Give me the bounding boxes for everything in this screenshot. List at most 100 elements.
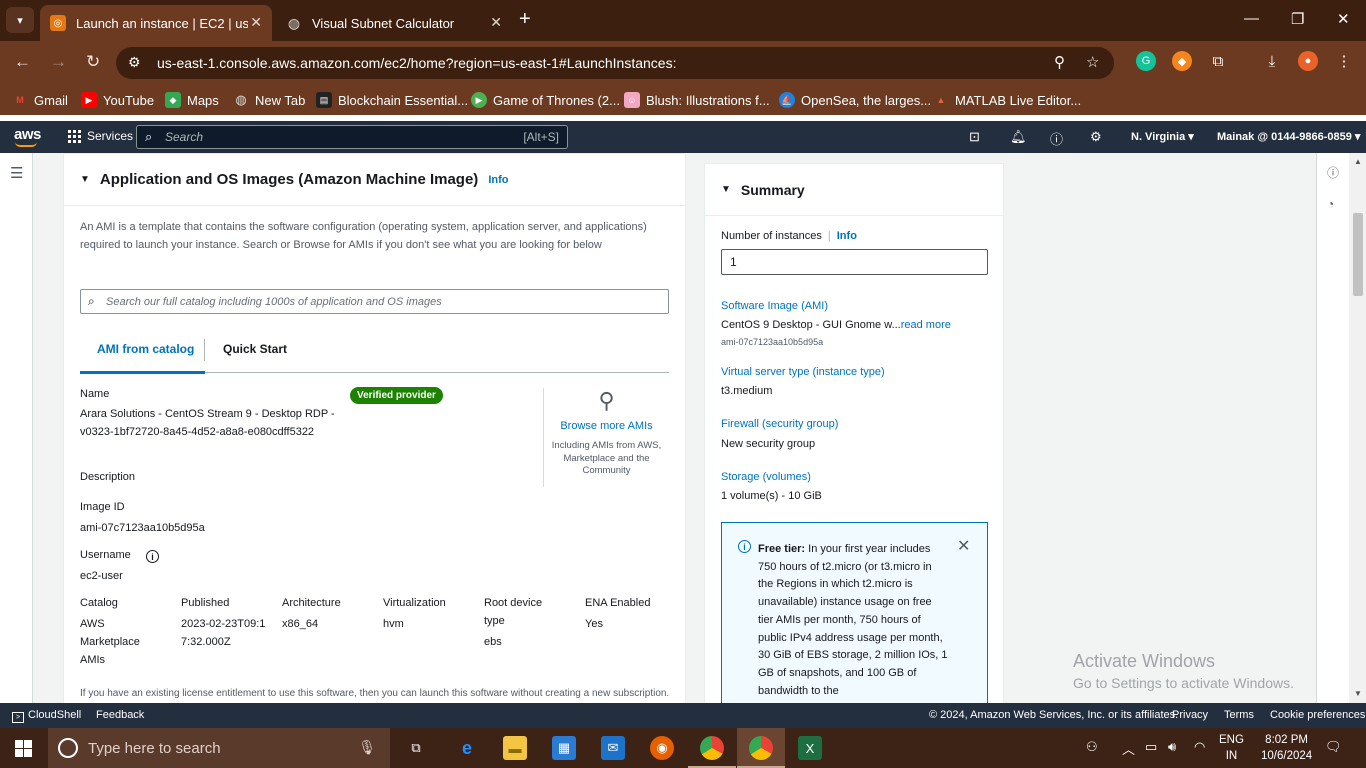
privacy-link[interactable]: Privacy <box>1172 709 1208 721</box>
notifications-bell-icon[interactable]: 🔔︎ <box>1010 129 1027 145</box>
reload-icon[interactable]: ↻ <box>86 52 100 72</box>
hamburger-menu-icon[interactable]: ☰ <box>10 164 23 182</box>
tab-launch-instance[interactable]: ◎ Launch an instance | EC2 | us-ea ✕ <box>40 5 272 41</box>
aws-logo[interactable]: aws <box>14 126 41 147</box>
scroll-down-icon[interactable]: ▼ <box>1354 689 1362 698</box>
username-info-icon[interactable]: i <box>146 550 159 563</box>
tab-quick-start[interactable]: Quick Start <box>223 342 287 356</box>
detail-label: ENA Enabled <box>585 597 651 609</box>
battery-icon[interactable]: ▭ <box>1145 739 1157 755</box>
store-icon[interactable]: ▦ <box>552 736 576 760</box>
bookmark-gmail[interactable]: M Gmail <box>12 92 68 108</box>
volume-icon[interactable]: 🔊︎ <box>1168 739 1176 755</box>
settings-gear-icon[interactable]: ⚙ <box>1090 129 1102 145</box>
tutorial-panel-icon[interactable]: ◔ <box>1327 197 1334 211</box>
instance-type-link[interactable]: Virtual server type (instance type) <box>721 366 885 378</box>
extensions-puzzle-icon[interactable]: ⧉ <box>1208 51 1228 71</box>
taskbar-search-input[interactable]: Type here to search 🎙︎ <box>48 728 390 768</box>
bookmark-blockchain[interactable]: ▤ Blockchain Essential... <box>316 92 468 108</box>
globe-icon: ◍ <box>287 14 301 31</box>
taskbar-clock[interactable]: 8:02 PM 10/6/2024 <box>1261 732 1312 764</box>
bookmark-youtube[interactable]: ▶ YouTube <box>81 92 154 108</box>
ami-panel: ▼ Application and OS Images (Amazon Mach… <box>63 153 686 703</box>
dismiss-close-icon[interactable]: ✕ <box>957 536 970 556</box>
feedback-link[interactable]: Feedback <box>96 709 144 721</box>
info-link[interactable]: Info <box>488 174 508 186</box>
bookmark-got[interactable]: ▶ Game of Thrones (2... <box>471 92 620 108</box>
chrome-active-icon[interactable] <box>749 736 773 760</box>
summary-header[interactable]: ▼ Summary <box>705 164 1003 216</box>
back-arrow-icon[interactable]: ← <box>14 52 31 72</box>
image-id-value: ami-07c7123aa10b5d95a <box>80 522 205 534</box>
zoom-search-icon[interactable]: ⚲ <box>1054 53 1065 71</box>
tab-subnet-calculator[interactable]: ◍ Visual Subnet Calculator ✕ <box>276 5 512 41</box>
collapse-triangle-icon[interactable]: ▼ <box>721 184 731 195</box>
windows-start-icon[interactable] <box>15 740 32 757</box>
language-indicator[interactable]: ENG IN <box>1219 732 1244 764</box>
download-icon[interactable]: ⤓ <box>1262 51 1282 71</box>
forward-arrow-icon[interactable]: → <box>50 52 67 72</box>
metamask-icon[interactable]: ◆ <box>1172 51 1192 71</box>
software-image-link[interactable]: Software Image (AMI) <box>721 300 828 312</box>
new-tab-plus-icon[interactable]: + <box>519 8 531 31</box>
read-more-link[interactable]: read more <box>901 319 951 331</box>
tab-search-chevron-icon[interactable]: ▾ <box>6 7 34 33</box>
account-menu[interactable]: Mainak @ 0144-9866-0859 ▾ <box>1217 130 1360 143</box>
address-bar[interactable]: ⚙ us-east-1.console.aws.amazon.com/ec2/h… <box>116 47 1114 79</box>
region-selector[interactable]: N. Virginia ▾ <box>1131 130 1194 143</box>
services-menu[interactable]: Services <box>68 129 133 143</box>
tab-ami-from-catalog[interactable]: AMI from catalog <box>97 342 194 356</box>
cookie-preferences-link[interactable]: Cookie preferences <box>1270 709 1365 721</box>
ami-search-input[interactable]: ⌕ Search our full catalog including 1000… <box>80 289 669 314</box>
scroll-up-icon[interactable]: ▲ <box>1354 157 1362 166</box>
browse-more-amis: ⚲ Browse more AMIs Including AMIs from A… <box>543 388 669 487</box>
bookmark-opensea[interactable]: ⛵ OpenSea, the larges... <box>779 92 931 108</box>
mail-icon[interactable]: ✉ <box>601 736 625 760</box>
active-tab-indicator <box>80 371 205 374</box>
people-icon[interactable]: ⚇ <box>1086 739 1098 755</box>
cloudshell-icon[interactable]: ⊡ <box>969 129 980 145</box>
page-scrollbar[interactable]: ▲ ▼ <box>1350 153 1366 703</box>
bookmark-new-tab[interactable]: ◍ New Tab <box>233 92 305 108</box>
tab-close-icon[interactable]: ✕ <box>490 14 502 31</box>
minimize-icon[interactable]: — <box>1244 10 1259 27</box>
microphone-icon[interactable]: 🎙︎ <box>358 739 376 756</box>
notification-center-icon[interactable]: 🗨︎ <box>1325 739 1342 755</box>
wifi-icon[interactable]: ◠ <box>1194 739 1205 755</box>
firewall-link[interactable]: Firewall (security group) <box>721 418 838 430</box>
blockchain-icon: ▤ <box>316 92 332 108</box>
bookmark-star-icon[interactable]: ☆ <box>1086 53 1099 71</box>
bookmark-matlab[interactable]: ▲ MATLAB Live Editor... <box>933 92 1082 108</box>
firefox-icon[interactable]: ◉ <box>650 736 674 760</box>
magnifier-icon: ⚲ <box>598 388 615 413</box>
number-of-instances-input[interactable]: 1 <box>721 249 988 275</box>
browse-more-amis-link[interactable]: Browse more AMIs <box>544 420 669 432</box>
profile-avatar-icon[interactable]: ● <box>1298 51 1318 71</box>
cloudshell-button[interactable]: > CloudShell <box>12 709 81 723</box>
file-explorer-icon[interactable]: ▬ <box>503 736 527 760</box>
bookmark-blush[interactable]: ☺ Blush: Illustrations f... <box>624 92 770 108</box>
terms-link[interactable]: Terms <box>1224 709 1254 721</box>
grammarly-icon[interactable]: G <box>1136 51 1156 71</box>
site-settings-icon[interactable]: ⚙ <box>128 54 141 71</box>
kebab-menu-icon[interactable]: ⋮ <box>1334 51 1354 71</box>
detail-label: Architecture <box>282 597 341 609</box>
edge-icon[interactable]: e <box>455 736 479 760</box>
restore-icon[interactable]: ❐ <box>1291 10 1304 28</box>
tray-chevron-up-icon[interactable]: ︿ <box>1122 739 1135 758</box>
collapse-triangle-icon[interactable]: ▼ <box>80 174 90 185</box>
aws-search-input[interactable]: ⌕ Search [Alt+S] <box>136 125 568 149</box>
scrollbar-thumb[interactable] <box>1353 213 1363 296</box>
bookmark-maps[interactable]: ◆ Maps <box>165 92 219 108</box>
excel-icon[interactable]: X <box>798 736 822 760</box>
tab-close-icon[interactable]: ✕ <box>250 14 262 31</box>
info-link[interactable]: Info <box>837 230 857 242</box>
username-value: ec2-user <box>80 570 123 582</box>
task-view-icon[interactable]: ⧉ <box>404 736 428 760</box>
info-panel-icon[interactable]: ⓘ <box>1327 164 1339 181</box>
help-icon[interactable]: ⓘ <box>1050 129 1063 148</box>
storage-link[interactable]: Storage (volumes) <box>721 471 811 483</box>
chrome-icon[interactable] <box>700 736 724 760</box>
ami-panel-header[interactable]: ▼ Application and OS Images (Amazon Mach… <box>64 154 685 206</box>
window-close-icon[interactable]: ✕ <box>1337 10 1350 28</box>
